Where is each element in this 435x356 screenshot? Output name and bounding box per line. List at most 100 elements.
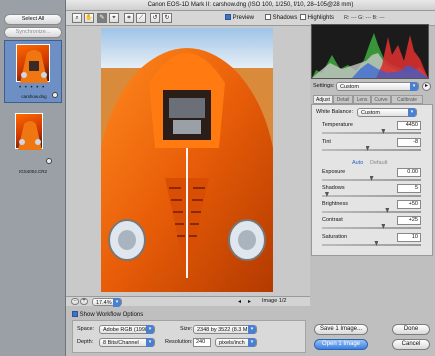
prev-image-arrow[interactable]: ◂	[238, 298, 241, 305]
resolution-unit-select[interactable]: pixels/inch ▾	[215, 338, 257, 347]
g-value: ---	[365, 15, 371, 21]
show-workflow-checkbox[interactable]: Show Workflow Options	[72, 311, 143, 319]
tab-lens[interactable]: Lens	[353, 95, 371, 104]
zoom-in-button[interactable]: +	[80, 298, 88, 305]
filmstrip-item-selected[interactable]: • • • • • carshow.dng	[4, 40, 62, 103]
hand-icon[interactable]: ✋	[84, 13, 94, 23]
depth-value: 8 Bits/Channel	[103, 340, 139, 346]
temperature-slider[interactable]	[322, 129, 421, 134]
size-select[interactable]: 2348 by 3522 (8.3 MP) ▾	[193, 325, 257, 334]
chevron-down-icon: ▾	[113, 298, 121, 307]
preview-check-icon	[225, 14, 231, 21]
slider-thumb[interactable]	[324, 192, 329, 197]
window-title: Canon EOS-1D Mark II: carshow.dng (ISO 1…	[66, 0, 435, 11]
space-select[interactable]: Adobe RGB (1998) ▾	[99, 325, 155, 334]
tab-curve[interactable]: Curve	[371, 95, 391, 104]
slider-thumb[interactable]	[365, 146, 370, 151]
exposure-label: Exposure	[322, 169, 346, 175]
temperature-field[interactable]: 4450	[397, 121, 421, 130]
open-image-button[interactable]: Open 1 Image	[314, 339, 368, 350]
chevron-down-icon: ▾	[146, 338, 154, 347]
highlights-checkbox[interactable]: Highlights	[300, 14, 334, 22]
color-sampler-icon[interactable]: ⌖	[109, 13, 119, 23]
resolution-field[interactable]: 240	[193, 338, 211, 347]
white-balance-label: White Balance:	[316, 109, 353, 115]
done-button[interactable]: Done	[392, 324, 430, 335]
rotate-left-icon[interactable]: ↺	[150, 13, 160, 23]
shadows-checkbox[interactable]: Shadows	[265, 14, 297, 22]
chevron-down-icon: ▾	[248, 338, 256, 347]
exposure-field[interactable]: 0.00	[397, 168, 421, 177]
shadows-slider[interactable]	[322, 192, 421, 197]
temperature-label: Temperature	[322, 122, 353, 128]
saturation-slider[interactable]	[322, 241, 421, 246]
white-balance-value: Custom	[361, 110, 380, 116]
car-thumbnail-icon	[18, 121, 42, 150]
preview-checkbox[interactable]: Preview	[225, 14, 254, 22]
settings-label: Settings:	[313, 83, 335, 89]
default-link[interactable]: Default	[370, 160, 387, 167]
preview-label: Preview	[232, 15, 255, 21]
workflow-options: Space: Adobe RGB (1998) ▾ Depth: 8 Bits/…	[72, 320, 306, 353]
size-label: Size:	[180, 326, 193, 332]
thumbnail-image[interactable]	[15, 113, 43, 150]
shadows-label: Shadows	[322, 185, 345, 191]
auto-link[interactable]: Auto	[352, 160, 363, 167]
shadows-check-icon	[265, 14, 271, 21]
rating-dots[interactable]: • • • • •	[19, 85, 45, 91]
b-label: B:	[372, 15, 378, 21]
filmstrip-filename: IGS4004.CR2	[18, 169, 47, 174]
zoom-out-button[interactable]: −	[71, 298, 79, 305]
synchronize-button[interactable]: Synchronize...	[4, 27, 62, 38]
white-balance-select[interactable]: Custom ▾	[357, 108, 417, 117]
g-label: G:	[358, 15, 364, 21]
preview-status-bar: − + 17.4% ▾ ◂ ▸ Image 1/2	[66, 296, 310, 307]
filmstrip-panel: Select All Synchronize... • • • • • cars…	[0, 0, 66, 356]
r-label: R:	[344, 15, 350, 21]
slider-thumb[interactable]	[381, 129, 386, 134]
space-label: Space:	[77, 326, 95, 332]
contrast-label: Contrast	[322, 217, 343, 223]
highlights-label: Highlights	[307, 15, 335, 21]
straighten-icon[interactable]: ⟋	[136, 13, 146, 23]
preview-image[interactable]	[101, 28, 273, 292]
slider-thumb[interactable]	[381, 224, 386, 229]
chevron-down-icon: ▾	[248, 325, 256, 334]
contrast-field[interactable]: +25	[397, 216, 421, 225]
rotate-right-icon[interactable]: ↻	[162, 13, 172, 23]
cancel-button[interactable]: Cancel	[392, 339, 430, 350]
saturation-label: Saturation	[322, 234, 348, 240]
shadows-field[interactable]: 5	[397, 184, 421, 193]
zoom-icon[interactable]: ⌕	[72, 13, 82, 23]
chevron-down-icon: ▾	[146, 325, 154, 334]
settings-menu-icon[interactable]: ▸	[422, 82, 431, 91]
slider-thumb[interactable]	[369, 176, 374, 181]
exposure-slider[interactable]	[322, 176, 421, 181]
tint-slider[interactable]	[322, 146, 421, 151]
depth-select[interactable]: 8 Bits/Channel ▾	[99, 338, 155, 347]
select-all-button[interactable]: Select All	[4, 14, 62, 25]
b-value: ---	[379, 15, 385, 21]
tint-label: Tint	[322, 139, 331, 145]
tint-field[interactable]: -8	[397, 138, 421, 147]
crop-icon[interactable]: ⌗	[124, 13, 134, 23]
brightness-slider[interactable]	[322, 208, 421, 213]
rgb-readout: R: --- G: --- B: ---	[344, 14, 385, 22]
histogram-graph	[312, 33, 428, 78]
brightness-field[interactable]: +50	[397, 200, 421, 209]
shadows-label: Shadows	[272, 15, 298, 21]
settings-select[interactable]: Custom ▾	[336, 82, 419, 91]
resolution-label: Resolution:	[165, 339, 193, 345]
save-image-button[interactable]: Save 1 Image...	[314, 324, 368, 335]
contrast-slider[interactable]	[322, 224, 421, 229]
brightness-label: Brightness	[322, 201, 348, 207]
saturation-field[interactable]: 10	[397, 233, 421, 242]
slider-thumb[interactable]	[385, 208, 390, 213]
white-balance-icon[interactable]: ✎	[97, 13, 107, 23]
tab-calibrate[interactable]: Calibrate	[391, 95, 423, 104]
tab-detail[interactable]: Detail	[333, 95, 353, 104]
tab-adjust[interactable]: Adjust	[313, 95, 333, 104]
zoom-select[interactable]: 17.4% ▾	[92, 298, 122, 307]
slider-thumb[interactable]	[374, 241, 379, 246]
next-image-arrow[interactable]: ▸	[248, 298, 251, 305]
